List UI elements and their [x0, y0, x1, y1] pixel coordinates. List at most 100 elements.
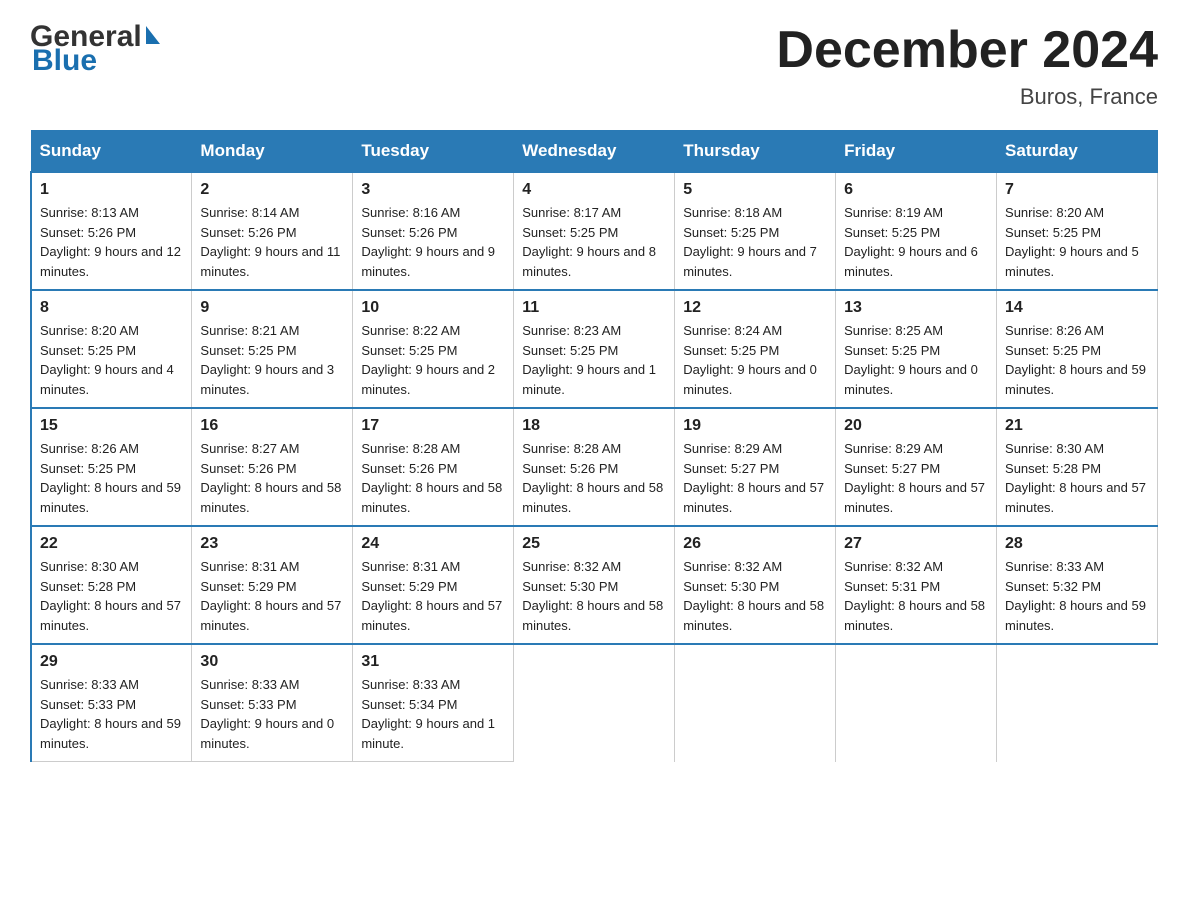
- day-info: Sunrise: 8:28 AM Sunset: 5:26 PM Dayligh…: [361, 439, 505, 517]
- day-number: 26: [683, 535, 827, 553]
- calendar-day-cell: 16 Sunrise: 8:27 AM Sunset: 5:26 PM Dayl…: [192, 408, 353, 526]
- day-number: 23: [200, 535, 344, 553]
- day-info: Sunrise: 8:31 AM Sunset: 5:29 PM Dayligh…: [200, 557, 344, 635]
- day-number: 29: [40, 653, 183, 671]
- title-area: December 2024 Buros, France: [776, 20, 1158, 110]
- calendar-day-cell: 7 Sunrise: 8:20 AM Sunset: 5:25 PM Dayli…: [997, 172, 1158, 290]
- logo: General Blue: [30, 20, 160, 78]
- day-info: Sunrise: 8:29 AM Sunset: 5:27 PM Dayligh…: [683, 439, 827, 517]
- day-number: 22: [40, 535, 183, 553]
- calendar-day-cell: 15 Sunrise: 8:26 AM Sunset: 5:25 PM Dayl…: [31, 408, 192, 526]
- page-header: General Blue December 2024 Buros, France: [30, 20, 1158, 110]
- day-number: 27: [844, 535, 988, 553]
- calendar-header-row: Sunday Monday Tuesday Wednesday Thursday…: [31, 131, 1158, 173]
- day-info: Sunrise: 8:32 AM Sunset: 5:30 PM Dayligh…: [522, 557, 666, 635]
- calendar-day-cell: 30 Sunrise: 8:33 AM Sunset: 5:33 PM Dayl…: [192, 644, 353, 762]
- col-sunday: Sunday: [31, 131, 192, 173]
- day-number: 14: [1005, 299, 1149, 317]
- day-number: 13: [844, 299, 988, 317]
- day-number: 2: [200, 181, 344, 199]
- calendar-day-cell: [997, 644, 1158, 762]
- col-monday: Monday: [192, 131, 353, 173]
- calendar-week-row: 22 Sunrise: 8:30 AM Sunset: 5:28 PM Dayl…: [31, 526, 1158, 644]
- calendar-day-cell: 10 Sunrise: 8:22 AM Sunset: 5:25 PM Dayl…: [353, 290, 514, 408]
- calendar-day-cell: 1 Sunrise: 8:13 AM Sunset: 5:26 PM Dayli…: [31, 172, 192, 290]
- day-number: 5: [683, 181, 827, 199]
- day-number: 8: [40, 299, 183, 317]
- calendar-day-cell: 29 Sunrise: 8:33 AM Sunset: 5:33 PM Dayl…: [31, 644, 192, 762]
- day-info: Sunrise: 8:33 AM Sunset: 5:33 PM Dayligh…: [40, 675, 183, 753]
- calendar-day-cell: 5 Sunrise: 8:18 AM Sunset: 5:25 PM Dayli…: [675, 172, 836, 290]
- calendar-day-cell: 31 Sunrise: 8:33 AM Sunset: 5:34 PM Dayl…: [353, 644, 514, 762]
- day-info: Sunrise: 8:20 AM Sunset: 5:25 PM Dayligh…: [1005, 203, 1149, 281]
- day-number: 24: [361, 535, 505, 553]
- day-number: 7: [1005, 181, 1149, 199]
- month-title: December 2024: [776, 20, 1158, 80]
- day-number: 28: [1005, 535, 1149, 553]
- day-info: Sunrise: 8:20 AM Sunset: 5:25 PM Dayligh…: [40, 321, 183, 399]
- calendar-week-row: 15 Sunrise: 8:26 AM Sunset: 5:25 PM Dayl…: [31, 408, 1158, 526]
- col-saturday: Saturday: [997, 131, 1158, 173]
- day-info: Sunrise: 8:23 AM Sunset: 5:25 PM Dayligh…: [522, 321, 666, 399]
- calendar-day-cell: 11 Sunrise: 8:23 AM Sunset: 5:25 PM Dayl…: [514, 290, 675, 408]
- day-info: Sunrise: 8:17 AM Sunset: 5:25 PM Dayligh…: [522, 203, 666, 281]
- calendar-day-cell: [675, 644, 836, 762]
- day-number: 17: [361, 417, 505, 435]
- day-number: 1: [40, 181, 183, 199]
- calendar-day-cell: 18 Sunrise: 8:28 AM Sunset: 5:26 PM Dayl…: [514, 408, 675, 526]
- day-number: 4: [522, 181, 666, 199]
- calendar-day-cell: 17 Sunrise: 8:28 AM Sunset: 5:26 PM Dayl…: [353, 408, 514, 526]
- day-number: 11: [522, 299, 666, 317]
- calendar-day-cell: 2 Sunrise: 8:14 AM Sunset: 5:26 PM Dayli…: [192, 172, 353, 290]
- day-info: Sunrise: 8:33 AM Sunset: 5:33 PM Dayligh…: [200, 675, 344, 753]
- day-info: Sunrise: 8:19 AM Sunset: 5:25 PM Dayligh…: [844, 203, 988, 281]
- day-number: 19: [683, 417, 827, 435]
- logo-blue-text: Blue: [32, 44, 97, 78]
- day-number: 20: [844, 417, 988, 435]
- day-info: Sunrise: 8:26 AM Sunset: 5:25 PM Dayligh…: [40, 439, 183, 517]
- day-info: Sunrise: 8:21 AM Sunset: 5:25 PM Dayligh…: [200, 321, 344, 399]
- day-number: 25: [522, 535, 666, 553]
- calendar-day-cell: 20 Sunrise: 8:29 AM Sunset: 5:27 PM Dayl…: [836, 408, 997, 526]
- calendar-day-cell: 6 Sunrise: 8:19 AM Sunset: 5:25 PM Dayli…: [836, 172, 997, 290]
- col-friday: Friday: [836, 131, 997, 173]
- calendar-day-cell: [836, 644, 997, 762]
- day-info: Sunrise: 8:24 AM Sunset: 5:25 PM Dayligh…: [683, 321, 827, 399]
- day-number: 31: [361, 653, 505, 671]
- day-info: Sunrise: 8:33 AM Sunset: 5:32 PM Dayligh…: [1005, 557, 1149, 635]
- calendar-day-cell: 23 Sunrise: 8:31 AM Sunset: 5:29 PM Dayl…: [192, 526, 353, 644]
- day-number: 30: [200, 653, 344, 671]
- calendar-day-cell: 22 Sunrise: 8:30 AM Sunset: 5:28 PM Dayl…: [31, 526, 192, 644]
- calendar-day-cell: 28 Sunrise: 8:33 AM Sunset: 5:32 PM Dayl…: [997, 526, 1158, 644]
- location-text: Buros, France: [776, 84, 1158, 110]
- day-info: Sunrise: 8:18 AM Sunset: 5:25 PM Dayligh…: [683, 203, 827, 281]
- calendar-week-row: 29 Sunrise: 8:33 AM Sunset: 5:33 PM Dayl…: [31, 644, 1158, 762]
- logo-arrow-icon: [146, 26, 160, 44]
- calendar-table: Sunday Monday Tuesday Wednesday Thursday…: [30, 130, 1158, 762]
- calendar-day-cell: 19 Sunrise: 8:29 AM Sunset: 5:27 PM Dayl…: [675, 408, 836, 526]
- calendar-day-cell: 13 Sunrise: 8:25 AM Sunset: 5:25 PM Dayl…: [836, 290, 997, 408]
- col-thursday: Thursday: [675, 131, 836, 173]
- calendar-day-cell: 27 Sunrise: 8:32 AM Sunset: 5:31 PM Dayl…: [836, 526, 997, 644]
- day-info: Sunrise: 8:25 AM Sunset: 5:25 PM Dayligh…: [844, 321, 988, 399]
- day-info: Sunrise: 8:31 AM Sunset: 5:29 PM Dayligh…: [361, 557, 505, 635]
- day-info: Sunrise: 8:32 AM Sunset: 5:31 PM Dayligh…: [844, 557, 988, 635]
- day-number: 21: [1005, 417, 1149, 435]
- calendar-week-row: 8 Sunrise: 8:20 AM Sunset: 5:25 PM Dayli…: [31, 290, 1158, 408]
- calendar-day-cell: 26 Sunrise: 8:32 AM Sunset: 5:30 PM Dayl…: [675, 526, 836, 644]
- col-wednesday: Wednesday: [514, 131, 675, 173]
- calendar-day-cell: 14 Sunrise: 8:26 AM Sunset: 5:25 PM Dayl…: [997, 290, 1158, 408]
- day-info: Sunrise: 8:32 AM Sunset: 5:30 PM Dayligh…: [683, 557, 827, 635]
- day-number: 10: [361, 299, 505, 317]
- calendar-day-cell: 24 Sunrise: 8:31 AM Sunset: 5:29 PM Dayl…: [353, 526, 514, 644]
- day-info: Sunrise: 8:33 AM Sunset: 5:34 PM Dayligh…: [361, 675, 505, 753]
- calendar-day-cell: 4 Sunrise: 8:17 AM Sunset: 5:25 PM Dayli…: [514, 172, 675, 290]
- day-number: 3: [361, 181, 505, 199]
- day-info: Sunrise: 8:16 AM Sunset: 5:26 PM Dayligh…: [361, 203, 505, 281]
- day-number: 9: [200, 299, 344, 317]
- day-info: Sunrise: 8:30 AM Sunset: 5:28 PM Dayligh…: [40, 557, 183, 635]
- calendar-day-cell: 3 Sunrise: 8:16 AM Sunset: 5:26 PM Dayli…: [353, 172, 514, 290]
- calendar-day-cell: [514, 644, 675, 762]
- calendar-day-cell: 8 Sunrise: 8:20 AM Sunset: 5:25 PM Dayli…: [31, 290, 192, 408]
- day-info: Sunrise: 8:14 AM Sunset: 5:26 PM Dayligh…: [200, 203, 344, 281]
